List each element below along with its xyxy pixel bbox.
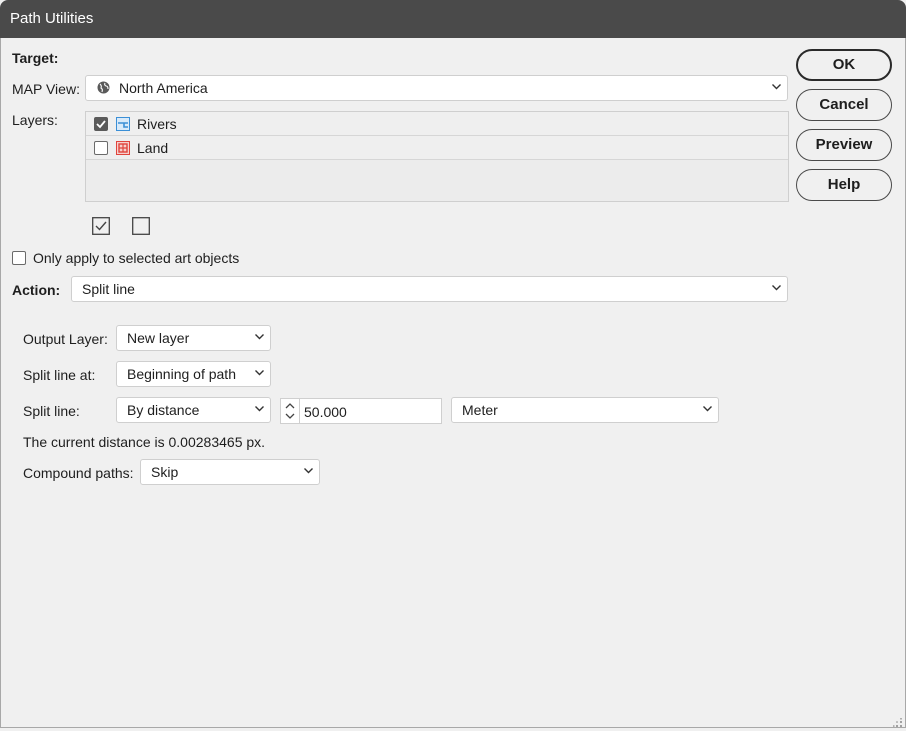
split-line-mode-value: By distance: [127, 402, 200, 418]
help-button[interactable]: Help: [796, 169, 892, 201]
action-label: Action:: [12, 282, 61, 298]
line-layer-icon: [116, 117, 130, 131]
current-distance-text: The current distance is 0.00283465 px.: [23, 434, 266, 450]
area-layer-icon: [116, 141, 130, 155]
select-none-layers-button[interactable]: [132, 217, 150, 235]
select-all-layers-button[interactable]: [92, 217, 110, 235]
spinner-arrows-icon[interactable]: [281, 399, 300, 423]
checkbox-checked-icon: [92, 217, 110, 235]
globe-icon: [97, 81, 110, 94]
action-select[interactable]: Split line: [71, 276, 788, 302]
action-value: Split line: [82, 281, 135, 297]
layer-row-rivers[interactable]: Rivers: [86, 112, 788, 136]
split-at-select[interactable]: Beginning of path: [116, 361, 271, 387]
layer-name: Land: [137, 140, 169, 156]
chevron-down-icon: [255, 406, 264, 413]
window-title: Path Utilities: [10, 10, 94, 27]
split-line-label: Split line:: [23, 403, 80, 419]
chevron-down-icon: [304, 468, 313, 475]
chevron-down-icon: [255, 370, 264, 377]
layer-row-land[interactable]: Land: [86, 136, 788, 160]
checkbox-empty-icon: [132, 217, 150, 235]
split-at-value: Beginning of path: [127, 366, 236, 382]
layers-list: Rivers Land: [85, 111, 789, 202]
split-at-label: Split line at:: [23, 367, 96, 383]
unit-value: Meter: [462, 402, 498, 418]
title-bar: Path Utilities: [0, 0, 906, 38]
compound-paths-value: Skip: [151, 464, 179, 480]
preview-button[interactable]: Preview: [796, 129, 892, 161]
chevron-down-icon: [703, 406, 712, 413]
output-layer-label: Output Layer:: [23, 331, 108, 347]
only-selected-checkbox[interactable]: [12, 251, 26, 265]
compound-paths-select[interactable]: Skip: [140, 459, 320, 485]
map-view-select[interactable]: North America: [85, 75, 788, 101]
chevron-down-icon: [772, 285, 781, 292]
output-layer-select[interactable]: New layer: [116, 325, 271, 351]
compound-paths-label: Compound paths:: [23, 465, 134, 481]
split-line-mode-select[interactable]: By distance: [116, 397, 271, 423]
distance-spinner[interactable]: 50.000: [280, 398, 442, 424]
output-layer-value: New layer: [127, 330, 190, 346]
cancel-button[interactable]: Cancel: [796, 89, 892, 121]
chevron-down-icon: [772, 84, 781, 91]
layers-label: Layers:: [12, 112, 58, 128]
unit-select[interactable]: Meter: [451, 397, 719, 423]
layer-checkbox-land[interactable]: [94, 141, 108, 155]
only-selected-label[interactable]: Only apply to selected art objects: [33, 250, 239, 266]
distance-value[interactable]: 50.000: [304, 404, 347, 420]
map-view-label: MAP View:: [12, 81, 80, 97]
resize-grip-icon[interactable]: [893, 715, 903, 727]
layer-name: Rivers: [137, 116, 177, 132]
ok-button[interactable]: OK: [796, 49, 892, 81]
map-view-value: North America: [119, 80, 208, 96]
target-heading: Target:: [12, 50, 59, 66]
layer-checkbox-rivers[interactable]: [94, 117, 108, 131]
chevron-down-icon: [255, 334, 264, 341]
